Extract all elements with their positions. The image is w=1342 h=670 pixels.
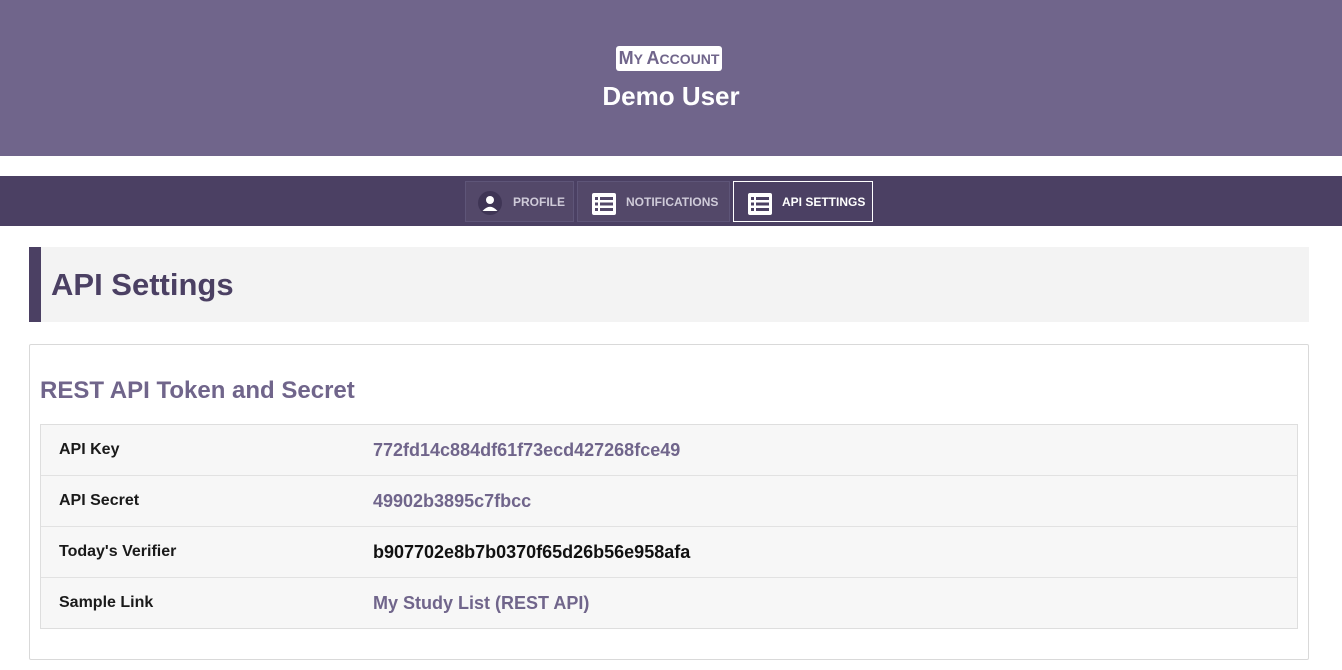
api-settings-table: API Key 772fd14c884df61f73ecd427268fce49… [40,424,1298,629]
page-title-bar: API Settings [29,247,1309,322]
panel-heading: REST API Token and Secret [40,377,355,404]
tab-label: API SETTINGS [782,195,866,209]
badge-text-part: Y [633,51,647,67]
table-row: API Secret 49902b3895c7fbcc [41,475,1297,526]
api-secret-link[interactable]: 49902b3895c7fbcc [373,476,531,526]
table-row: Today's Verifier b907702e8b7b0370f65d26b… [41,526,1297,577]
tab-label: NOTIFICATIONS [626,195,719,209]
row-label-sample-link: Sample Link [59,594,154,611]
badge-text-part: A [646,48,660,68]
api-token-panel: REST API Token and Secret API Key 772fd1… [29,344,1309,660]
my-account-badge: MY ACCOUNT [616,46,722,71]
sample-link[interactable]: My Study List (REST API) [373,578,589,628]
list-icon [592,191,616,231]
tab-label: PROFILE [513,195,566,209]
tab-api-settings[interactable]: API SETTINGS [733,181,873,222]
row-label-api-secret: API Secret [59,492,140,509]
page-header: MY ACCOUNT Demo User [0,0,1342,156]
user-icon [478,191,502,231]
user-name: Demo User [602,81,740,111]
row-label-verifier: Today's Verifier [59,543,177,560]
badge-text-part: CCOUNT [659,51,720,67]
list-icon [748,191,772,231]
tab-notifications[interactable]: NOTIFICATIONS [577,181,730,222]
page-title: API Settings [51,267,234,302]
table-row: Sample Link My Study List (REST API) [41,577,1297,628]
table-row: API Key 772fd14c884df61f73ecd427268fce49 [41,425,1297,475]
api-key-link[interactable]: 772fd14c884df61f73ecd427268fce49 [373,425,680,475]
verifier-value: b907702e8b7b0370f65d26b56e958afa [373,542,691,562]
account-tabs: PROFILE NOTIFICATIONS API SETTINGS [0,176,1342,226]
badge-text-part: M [618,48,634,68]
row-label-api-key: API Key [59,441,120,458]
tab-profile[interactable]: PROFILE [465,181,574,222]
